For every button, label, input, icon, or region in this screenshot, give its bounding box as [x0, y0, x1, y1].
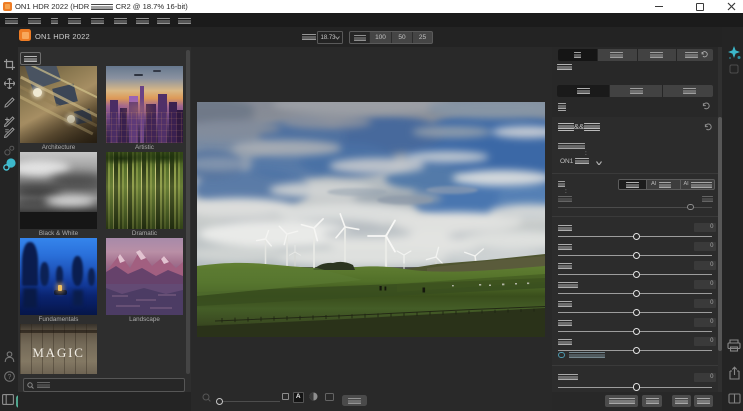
svg-text:?: ? — [8, 374, 12, 381]
